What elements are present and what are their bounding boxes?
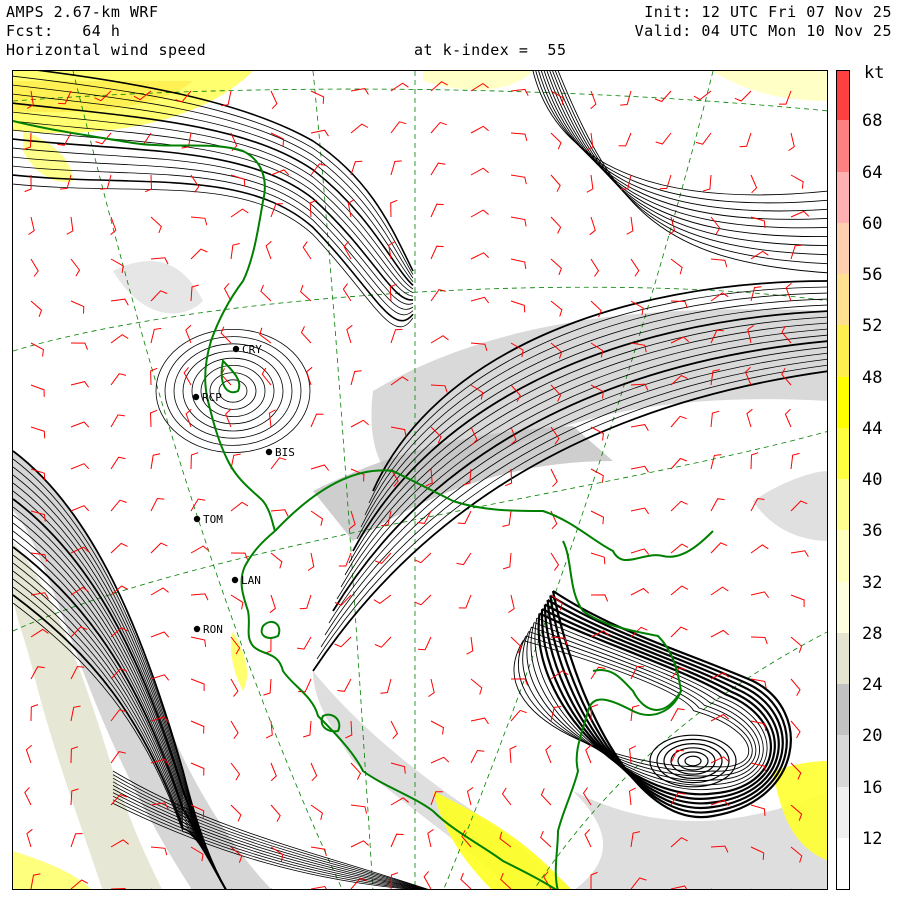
color-scale-label: 64: [862, 162, 883, 183]
station-tom: TOM: [193, 513, 223, 526]
color-scale-label: 48: [862, 367, 883, 388]
station-dot: [231, 576, 239, 584]
model-title: AMPS 2.67-km WRF: [6, 3, 159, 21]
color-scale-label: 56: [862, 265, 883, 285]
color-scale-segment: [837, 324, 849, 377]
station-markers: CRY RCP BIS TOM LAN RON: [192, 343, 295, 636]
station-cry: CRY: [232, 343, 262, 356]
color-scale-segment: [837, 837, 849, 889]
station-label: BIS: [275, 446, 295, 459]
color-scale-segment: [837, 427, 849, 479]
color-scale-segment: [837, 171, 849, 223]
station-dot: [265, 448, 273, 456]
color-scale-segment: [837, 734, 849, 787]
k-index-label: at k-index = 55: [414, 41, 567, 59]
color-scale-label: 52: [862, 316, 883, 337]
color-scale-segment: [837, 581, 849, 633]
color-scale-segment: [837, 71, 849, 121]
color-scale-segment: [837, 273, 849, 326]
station-ron: RON: [193, 623, 223, 636]
color-scale-label: 60: [862, 213, 883, 234]
color-scale-segment: [837, 376, 849, 428]
color-scale-bar: [836, 70, 850, 890]
station-label: RON: [203, 623, 223, 636]
station-lan: LAN: [231, 574, 261, 587]
color-scale-segment: [837, 119, 849, 172]
wind-speed-map: CRY RCP BIS TOM LAN RON: [12, 70, 828, 890]
color-scale-label: 12: [862, 828, 883, 849]
color-scale-segment: [837, 632, 849, 684]
station-rcp: RCP: [192, 391, 222, 404]
station-bis: BIS: [265, 446, 295, 459]
station-label: RCP: [202, 391, 222, 404]
field-name: Horizontal wind speed: [6, 41, 207, 59]
color-scale-label: 68: [862, 111, 883, 132]
color-scale-unit: kt: [864, 63, 885, 83]
station-label: CRY: [242, 343, 262, 356]
forecast-hour: Fcst: 64 h: [6, 22, 121, 40]
color-scale-label: 16: [862, 777, 883, 798]
color-scale-label: 40: [862, 470, 883, 490]
color-scale-segment: [837, 478, 849, 531]
valid-time: Valid: 04 UTC Mon 10 Nov 25: [634, 22, 892, 40]
color-scale-segment: [837, 683, 849, 736]
color-scale-label: 44: [862, 418, 883, 439]
station-dot: [193, 625, 201, 633]
color-scale-label: 36: [862, 521, 883, 542]
color-scale-segment: [837, 529, 849, 582]
color-scale-label: 28: [862, 623, 883, 644]
init-time: Init: 12 UTC Fri 07 Nov 25: [644, 3, 892, 21]
station-dot: [192, 393, 200, 401]
color-scale-segment: [837, 222, 849, 274]
color-scale-label: 32: [862, 572, 883, 593]
color-scale-label: 24: [862, 675, 883, 695]
station-label: TOM: [203, 513, 223, 526]
station-dot: [193, 515, 201, 523]
station-label: LAN: [241, 574, 261, 587]
station-dot: [232, 345, 240, 353]
color-scale-segment: [837, 786, 849, 838]
color-scale-label: 20: [862, 726, 883, 747]
